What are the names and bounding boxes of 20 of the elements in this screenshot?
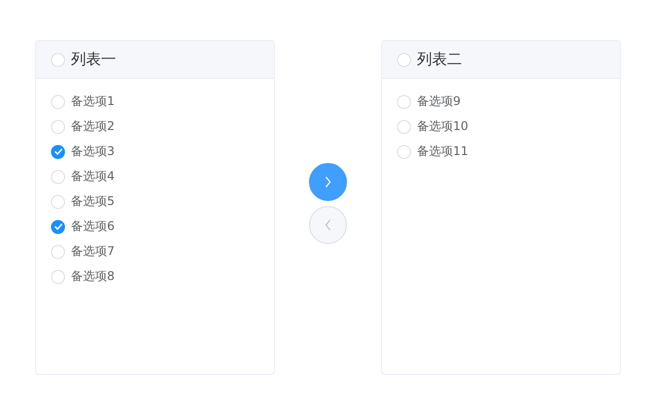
option-label[interactable]: 备选项2: [71, 118, 115, 135]
move-right-button[interactable]: [309, 163, 347, 201]
checkmark-icon: [54, 223, 62, 230]
checkbox[interactable]: [51, 144, 65, 158]
chevron-left-icon: [323, 219, 333, 231]
option-label[interactable]: 备选项4: [71, 168, 115, 185]
option-label[interactable]: 备选项9: [417, 93, 461, 110]
option-label[interactable]: 备选项8: [71, 268, 115, 285]
option-label[interactable]: 备选项1: [71, 93, 115, 110]
option-label[interactable]: 备选项3: [71, 143, 115, 160]
panel-title: 列表二: [417, 50, 462, 69]
option-label[interactable]: 备选项5: [71, 193, 115, 210]
panel-title: 列表一: [71, 50, 116, 69]
option-label[interactable]: 备选项11: [417, 143, 468, 160]
checkbox[interactable]: [51, 220, 65, 234]
chevron-right-icon: [323, 176, 333, 188]
option-label[interactable]: 备选项6: [71, 218, 115, 235]
option-label[interactable]: 备选项7: [71, 243, 115, 260]
option-label[interactable]: 备选项10: [417, 118, 468, 135]
checkmark-icon: [54, 148, 62, 155]
